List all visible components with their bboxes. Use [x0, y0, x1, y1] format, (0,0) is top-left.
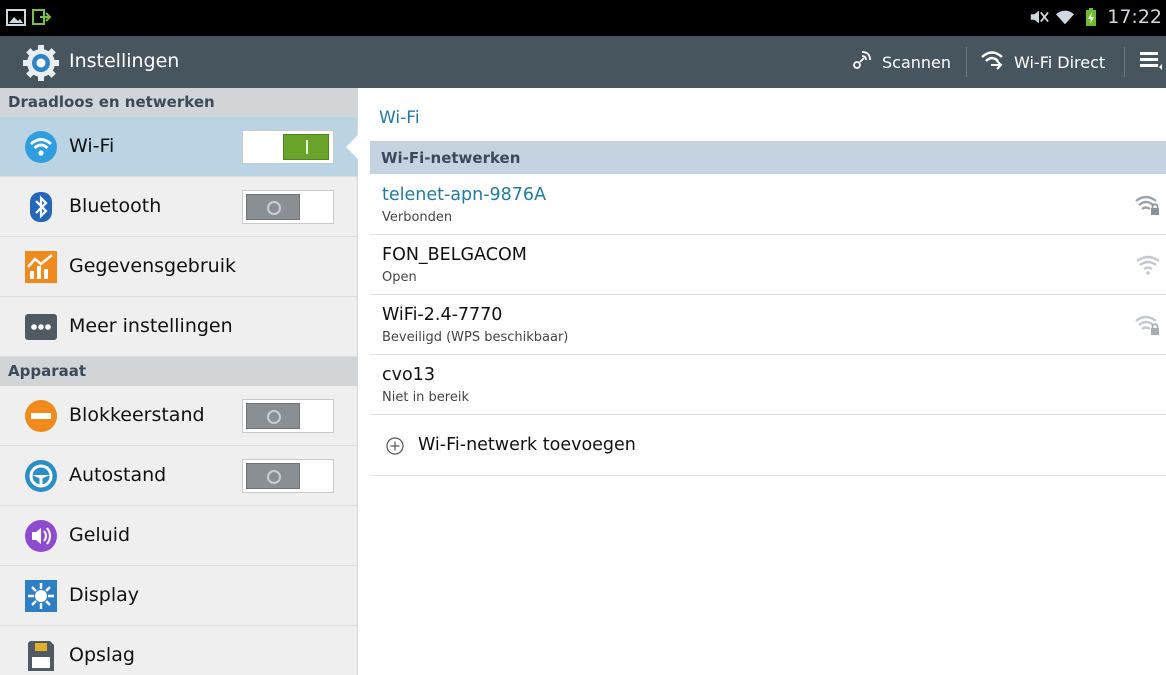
sidebar-item-driving-mode[interactable]: Autostand: [0, 446, 357, 506]
bluetooth-icon: [24, 190, 58, 224]
bluetooth-toggle[interactable]: [242, 190, 334, 224]
sidebar-item-storage[interactable]: Opslag: [0, 626, 357, 675]
sidebar-item-blocking-mode[interactable]: Blokkeerstand: [0, 386, 357, 446]
sidebar-item-more-settings[interactable]: Meer instellingen: [0, 297, 357, 357]
clock: 17:22: [1107, 6, 1162, 28]
wifi-direct-button[interactable]: Wi-Fi Direct: [980, 36, 1105, 88]
sidebar-item-label: Blokkeerstand: [69, 404, 205, 426]
driving-mode-toggle[interactable]: [242, 459, 334, 493]
sidebar-item-label: Opslag: [69, 644, 135, 666]
network-item[interactable]: WiFi-2.4-7770 Beveiligd (WPS beschikbaar…: [370, 295, 1166, 355]
wifi-signal-icon: [1055, 8, 1075, 26]
toggle-knob: [283, 134, 329, 160]
add-network-label: Wi-Fi-netwerk toevoegen: [418, 435, 636, 455]
scan-icon: [850, 48, 874, 76]
usb-icon: [32, 8, 52, 26]
wifi-detail-pane: Wi-Fi Wi-Fi-netwerken telenet-apn-9876A …: [359, 88, 1166, 675]
toggle-knob: [246, 463, 300, 489]
network-status: Verbonden: [382, 210, 453, 225]
display-icon: [24, 579, 58, 613]
add-network-button[interactable]: Wi-Fi-netwerk toevoegen: [370, 416, 1166, 476]
menu-icon: [1140, 49, 1162, 75]
sidebar-item-label: Bluetooth: [69, 195, 162, 217]
settings-sidebar: Draadloos en netwerken Wi-Fi Bluetooth G…: [0, 88, 358, 675]
battery-charging-icon: [1081, 8, 1101, 26]
section-header-wireless: Draadloos en netwerken: [0, 88, 357, 117]
network-name: FON_BELGACOM: [382, 245, 527, 265]
action-bar: Instellingen Scannen Wi-Fi Direct: [0, 36, 1166, 88]
settings-gear-icon[interactable]: [22, 44, 60, 82]
network-name: WiFi-2.4-7770: [382, 305, 503, 325]
wifi-icon: [24, 130, 58, 164]
network-item[interactable]: cvo13 Niet in bereik: [370, 355, 1166, 415]
gallery-icon: [6, 8, 26, 26]
sidebar-item-display[interactable]: Display: [0, 566, 357, 626]
data-usage-icon: [24, 250, 58, 284]
sound-icon: [24, 519, 58, 553]
sidebar-item-label: Wi-Fi: [69, 135, 115, 157]
status-bar: 17:22: [0, 0, 1166, 36]
network-status: Beveiligd (WPS beschikbaar): [382, 330, 569, 345]
overflow-menu-button[interactable]: [1140, 36, 1162, 88]
wifi-direct-label: Wi-Fi Direct: [1014, 52, 1106, 72]
sidebar-item-bluetooth[interactable]: Bluetooth: [0, 177, 357, 237]
network-item[interactable]: telenet-apn-9876A Verbonden: [370, 175, 1166, 235]
wifi-signal-icon: [1135, 253, 1161, 277]
sidebar-item-wifi[interactable]: Wi-Fi: [0, 117, 358, 177]
sidebar-item-sound[interactable]: Geluid: [0, 506, 357, 566]
sidebar-item-label: Display: [69, 584, 140, 606]
action-separator: [1124, 47, 1125, 77]
sidebar-item-label: Autostand: [69, 464, 167, 486]
selection-pointer: [346, 135, 358, 159]
wifi-toggle[interactable]: [242, 130, 334, 164]
sidebar-item-label: Meer instellingen: [69, 315, 233, 337]
action-separator: [966, 47, 967, 77]
network-item[interactable]: FON_BELGACOM Open: [370, 235, 1166, 295]
scan-button[interactable]: Scannen: [850, 36, 951, 88]
app-title: Instellingen: [69, 50, 180, 72]
scan-label: Scannen: [882, 52, 952, 72]
mute-icon: [1029, 8, 1050, 26]
block-icon: [24, 399, 58, 433]
wifi-secured-signal-icon: [1135, 313, 1161, 337]
toggle-knob: [246, 403, 300, 429]
blocking-mode-toggle[interactable]: [242, 399, 334, 433]
wifi-secured-signal-icon: [1135, 193, 1161, 217]
network-name: cvo13: [382, 365, 435, 385]
car-icon: [24, 459, 58, 493]
storage-icon: [24, 639, 58, 673]
more-icon: [24, 310, 58, 344]
add-circle-icon: [386, 437, 404, 455]
page-title: Wi-Fi: [379, 108, 420, 128]
network-status: Niet in bereik: [382, 390, 469, 405]
toggle-knob: [246, 194, 300, 220]
network-status: Open: [382, 270, 417, 285]
sidebar-item-label: Gegevensgebruik: [69, 255, 236, 277]
sidebar-item-data-usage[interactable]: Gegevensgebruik: [0, 237, 357, 297]
network-name: telenet-apn-9876A: [382, 185, 547, 205]
sidebar-item-label: Geluid: [69, 524, 131, 546]
section-header-device: Apparaat: [0, 357, 357, 386]
networks-header: Wi-Fi-netwerken: [370, 141, 1166, 174]
wifi-direct-icon: [980, 49, 1006, 75]
